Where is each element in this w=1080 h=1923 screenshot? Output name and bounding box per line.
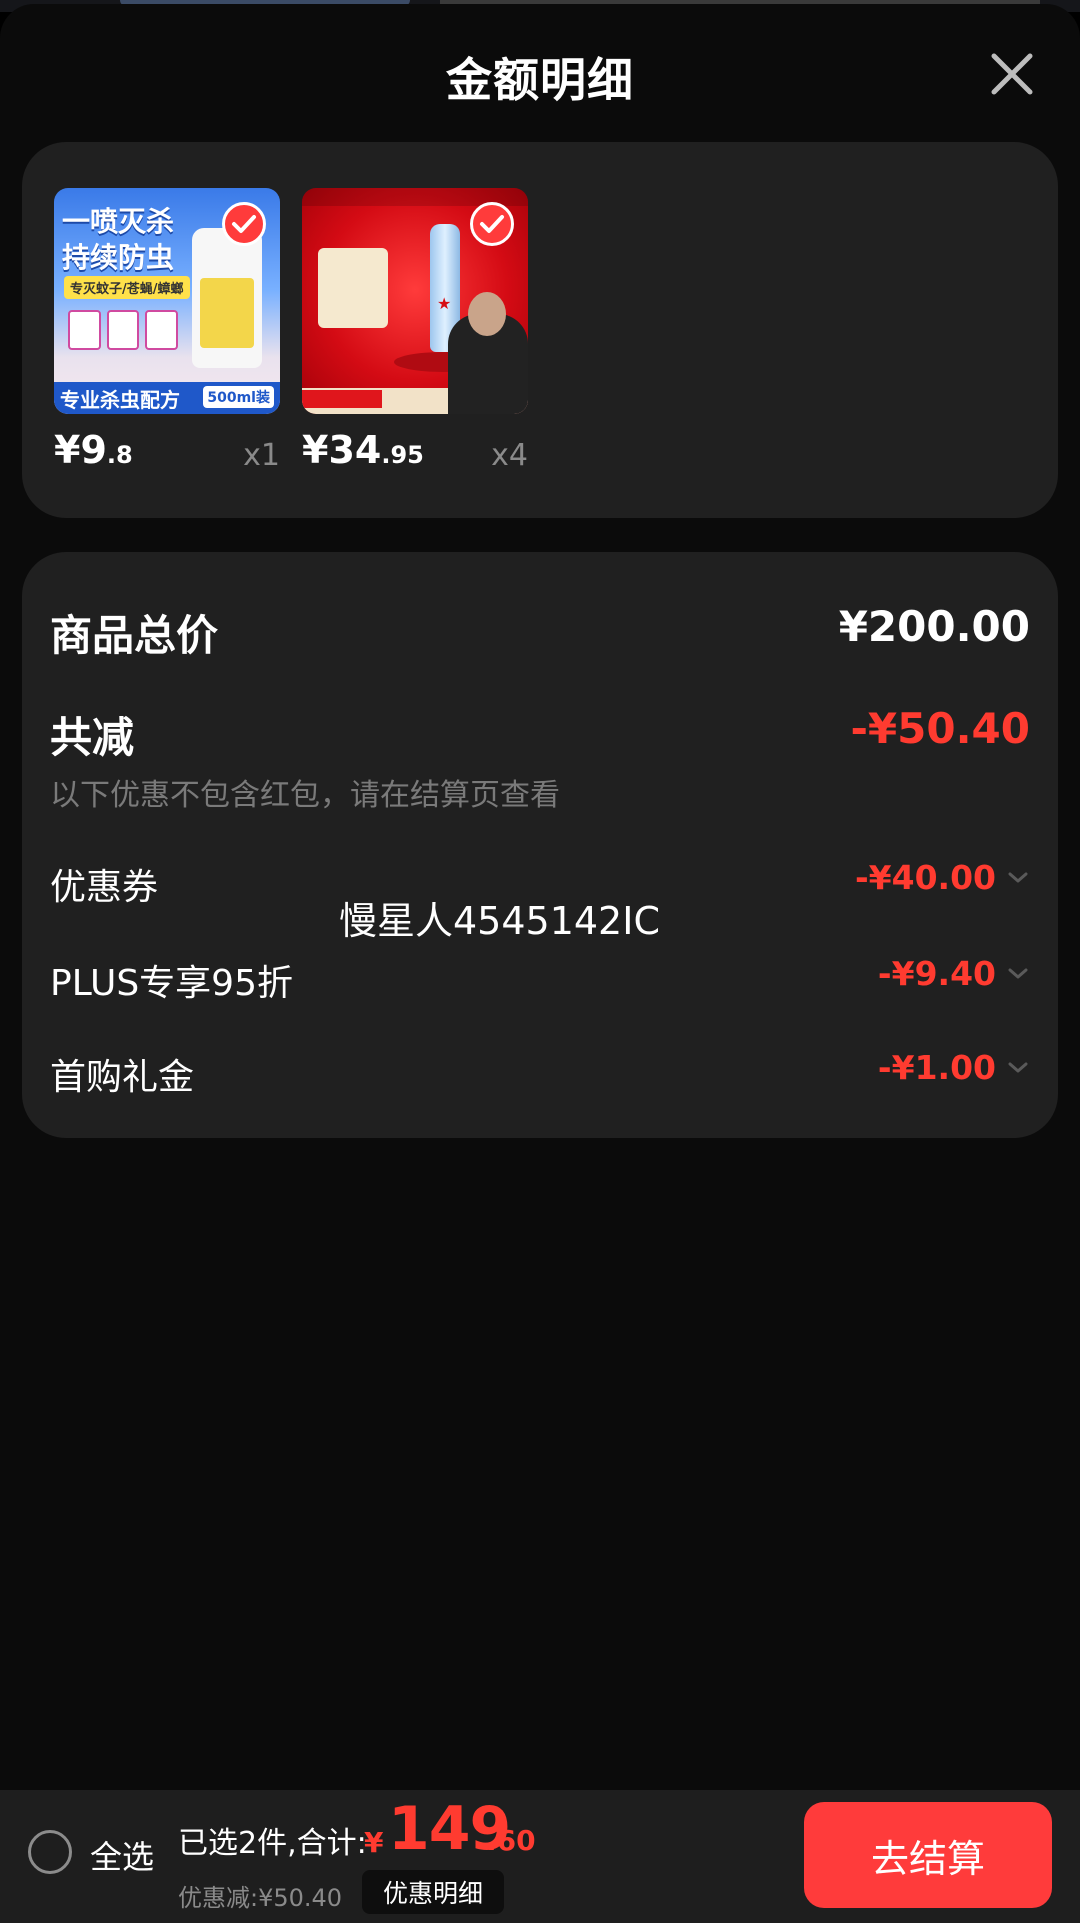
product-image[interactable]: ★ [302, 188, 528, 414]
spokesperson-face [468, 292, 506, 336]
discount-row-first-purchase[interactable]: 首购礼金 -¥1.00 [50, 1048, 1030, 1098]
total-price-row: 商品总价 ¥200.00 [50, 602, 1030, 660]
reduction-note: 以下优惠不包含红包，请在结算页查看 [50, 778, 560, 813]
total-reduction-value: -¥50.40 [850, 704, 1030, 753]
discount-value: -¥40.00 [854, 858, 996, 897]
product-item[interactable]: 一喷灭杀 持续防虫 专灭蚊子/苍蝇/蟑螂 专业杀虫配方 500ml装 ¥9.8 … [54, 188, 280, 473]
products-card: 一喷灭杀 持续防虫 专灭蚊子/苍蝇/蟑螂 专业杀虫配方 500ml装 ¥9.8 … [22, 142, 1058, 518]
promo-card [318, 248, 388, 328]
spray-bottle [192, 228, 262, 368]
product-item[interactable]: ★ ¥34.95 x4 [302, 188, 528, 473]
price-summary-card: 商品总价 ¥200.00 共减 -¥50.40 以下优惠不包含红包，请在结算页查… [22, 552, 1058, 1138]
checkout-button[interactable]: 去结算 [804, 1802, 1052, 1908]
product-quantity: x1 [243, 438, 280, 473]
discount-label: 首购礼金 [50, 1057, 195, 1098]
checkmark-icon[interactable] [470, 202, 514, 246]
total-price-value: ¥200.00 [838, 602, 1030, 651]
product-image-text: 一喷灭杀 [62, 205, 175, 238]
product-image[interactable]: 一喷灭杀 持续防虫 专灭蚊子/苍蝇/蟑螂 专业杀虫配方 500ml装 [54, 188, 280, 414]
selected-count-label: 已选2件,合计: [178, 1826, 367, 1861]
discount-detail-button[interactable]: 优惠明细 [362, 1870, 504, 1914]
total-amount-decimal: .60 [486, 1824, 536, 1857]
total-price-label: 商品总价 [50, 611, 219, 660]
product-image-tag: 专灭蚊子/苍蝇/蟑螂 [64, 276, 190, 299]
total-reduction-row: 共减 -¥50.40 [50, 704, 1030, 762]
promo-red-strip [302, 390, 382, 408]
discount-value: -¥1.00 [877, 1048, 996, 1087]
insect-images [68, 310, 179, 350]
discount-label: 优惠券 [50, 867, 159, 908]
sheet-header: 金额明细 [0, 4, 1080, 144]
product-quantity: x4 [491, 438, 528, 473]
discount-row-plus[interactable]: PLUS专享95折 -¥9.40 [50, 954, 1030, 1004]
product-image-band: 专业杀虫配方 500ml装 [54, 382, 280, 414]
product-price: ¥9.8 [54, 428, 133, 472]
total-currency: ¥ [364, 1826, 384, 1859]
select-all-label[interactable]: 全选 [90, 1832, 154, 1878]
product-price: ¥34.95 [302, 428, 424, 472]
product-image-band-text: 专业杀虫配方 [60, 388, 180, 412]
amount-detail-sheet: 金额明细 一喷灭杀 持续防虫 专灭蚊子/苍蝇/蟑螂 专业杀虫配方 500ml装 … [0, 4, 1080, 1923]
select-all-radio[interactable] [28, 1830, 72, 1874]
checkout-bar: 全选 已选2件,合计: ¥ 149 .60 优惠减:¥50.40 优惠明细 去结… [0, 1790, 1080, 1923]
close-icon[interactable] [984, 46, 1040, 102]
chevron-down-icon[interactable] [1006, 966, 1030, 982]
chevron-down-icon[interactable] [1006, 1060, 1030, 1076]
product-image-badge: 500ml装 [203, 386, 274, 408]
watermark: 慢星人4545142IC [339, 899, 660, 943]
checkmark-icon[interactable] [222, 202, 266, 246]
total-reduction-label: 共减 [50, 713, 135, 762]
discount-label: PLUS专享95折 [50, 963, 293, 1004]
sheet-title: 金额明细 [446, 53, 634, 107]
star-icon: ★ [437, 294, 452, 313]
chevron-down-icon[interactable] [1006, 870, 1030, 886]
product-image-text: 持续防虫 [62, 241, 175, 274]
discount-value: -¥9.40 [877, 954, 996, 993]
page: 金额明细 一喷灭杀 持续防虫 专灭蚊子/苍蝇/蟑螂 专业杀虫配方 500ml装 … [0, 0, 1080, 1923]
discount-summary: 优惠减:¥50.40 [178, 1884, 343, 1912]
